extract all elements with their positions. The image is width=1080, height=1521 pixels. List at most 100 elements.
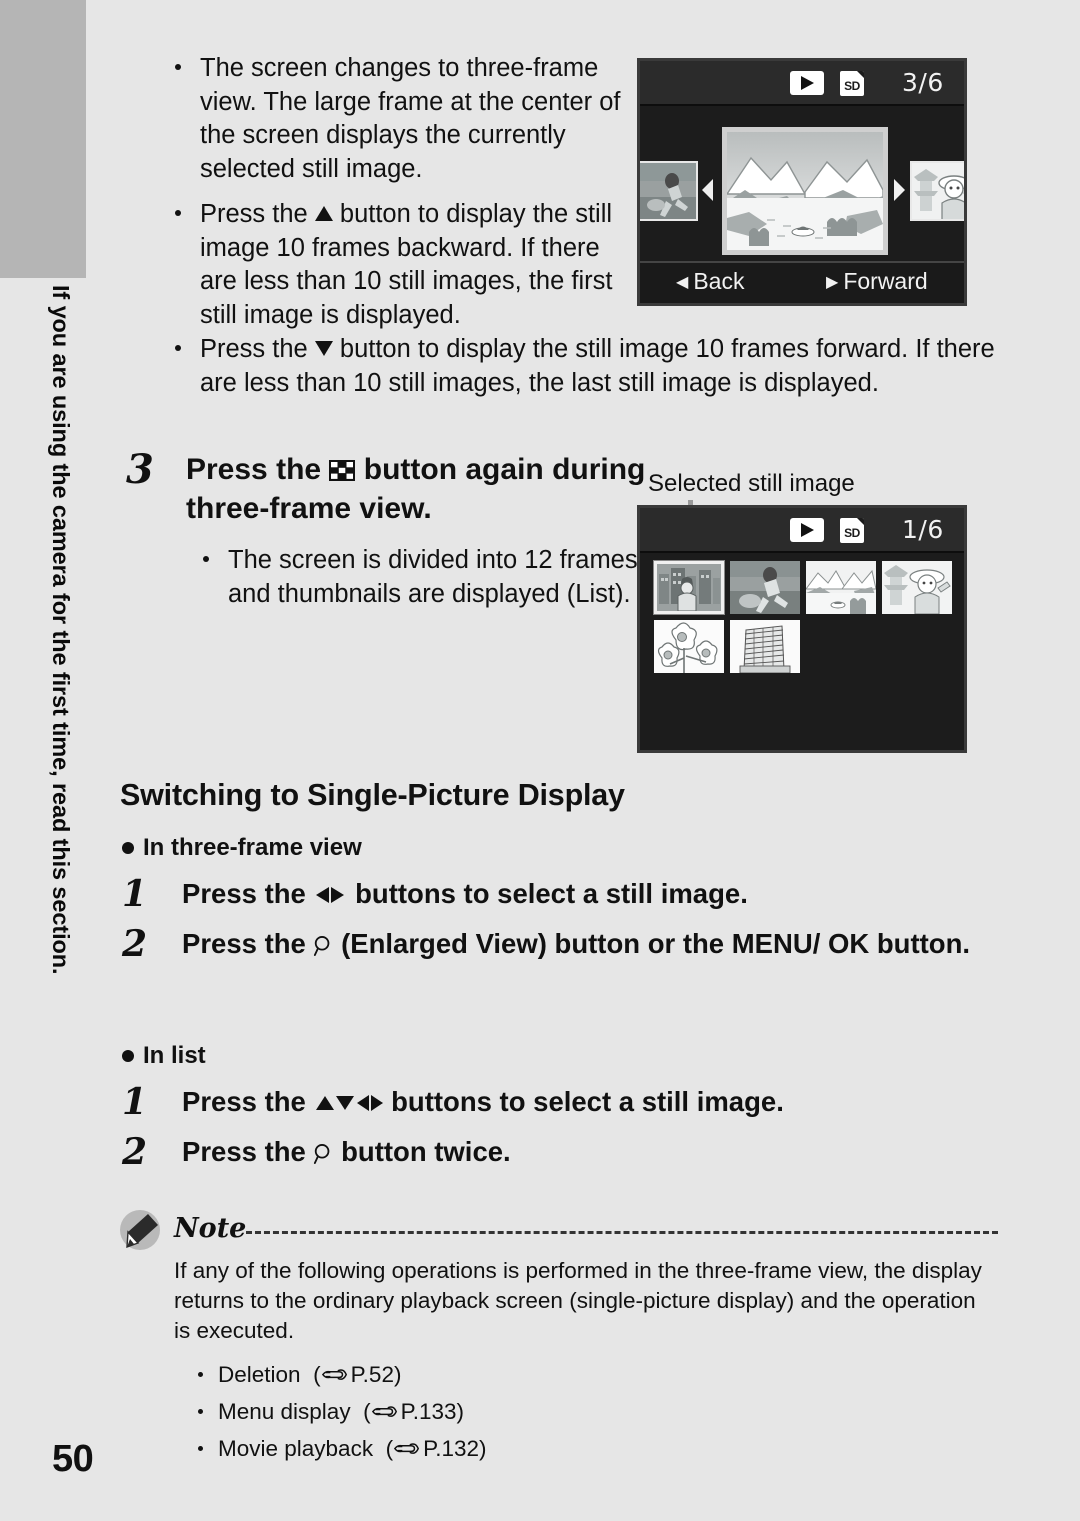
note-ref-page: P.133 [400, 1399, 457, 1424]
three-frame-step-1: 1 Press the buttons to select a still im… [116, 873, 1080, 915]
right-triangle-icon: ▶ [826, 274, 839, 291]
list-step-1-text: Press the buttons to select a still imag… [182, 1084, 1080, 1122]
thumbnail-runner[interactable] [730, 561, 800, 614]
center-selected-frame [722, 127, 888, 255]
left-right-arrows-icon [313, 878, 347, 914]
three-frame-step-2: 2 Press the (Enlarged View) button or th… [116, 923, 1080, 965]
bullet-down-button: Press the button to display the still im… [158, 333, 1028, 400]
page-content: The screen changes to three-frame view. … [110, 0, 1070, 1521]
nav-right-arrow[interactable] [894, 179, 905, 201]
back-label: Back [693, 268, 745, 294]
subheading-label: In list [143, 1042, 206, 1069]
woman-pagoda-photo [912, 163, 964, 219]
bullet-dot [203, 556, 209, 562]
note-ref-paren-close: ) [479, 1436, 487, 1461]
thumbnail-grid-button-icon [329, 452, 356, 481]
text-before: Press the [182, 878, 314, 909]
list-step-1: 1 Press the buttons to select a still im… [116, 1081, 1080, 1123]
list-step-2-number: 2 [122, 1131, 148, 1173]
left-side-thumbnail [640, 161, 698, 221]
callout-label: Selected still image [648, 470, 855, 497]
thumbnail-city-person[interactable] [654, 561, 724, 614]
thumbnail-flowers[interactable] [654, 620, 724, 673]
bullet-dot [175, 64, 181, 70]
bullet-lozenge-icon [122, 842, 134, 854]
section-title: Switching to Single-Picture Display [120, 778, 625, 812]
play-icon [790, 71, 824, 95]
bullet-up-button: Press the button to display the still im… [158, 198, 628, 332]
up-triangle-icon [314, 206, 333, 221]
bullet-dot [198, 1446, 203, 1451]
sidebar-chapter-tab [0, 0, 86, 278]
note-divider-rule [246, 1231, 998, 1234]
play-icon [790, 518, 824, 542]
three-frame-step-2-text: Press the (Enlarged View) button or the … [182, 926, 1080, 962]
step-3: 3 Press the button again during three-fr… [120, 446, 676, 613]
text-after: (Enlarged View) button or the MENU/ OK b… [333, 928, 971, 959]
subheading-label: In three-frame view [143, 834, 362, 861]
sidebar-vertical-text-wrap: If you are using the camera for the firs… [0, 285, 86, 1415]
bullet-dot [198, 1372, 203, 1377]
text-before: Press the [182, 928, 314, 959]
pointing-hand-icon [371, 1398, 399, 1432]
note-ref-label: Movie playback [218, 1436, 374, 1461]
sidebar-vertical-text: If you are using the camera for the firs… [48, 285, 74, 975]
note-body-text: If any of the following operations is pe… [174, 1258, 982, 1343]
frame-count-indicator: 3/6 [902, 68, 944, 97]
runner-photo [640, 163, 696, 219]
bullet-lozenge-icon [122, 1050, 134, 1062]
note-reference-list: Deletion ( P.52) Menu display (P.133) M… [174, 1358, 974, 1469]
three-frame-step-2-number: 2 [122, 923, 148, 965]
note-ref-label: Deletion [218, 1362, 301, 1387]
lcd-status-bar: SD 3/6 [640, 61, 964, 106]
list-step-2: 2 Press the button twice. [116, 1131, 1080, 1173]
thumbnail-mountain-lake[interactable] [806, 561, 876, 614]
note-reference-item: Deletion ( P.52) [174, 1358, 974, 1395]
note-ref-paren-open: ( [356, 1399, 371, 1424]
step-3-heading-before: Press the [186, 453, 330, 486]
bullet-text-before: Press the [200, 335, 315, 363]
magnifier-enlarged-view-icon [313, 1139, 333, 1167]
three-frame-view-screen: SD 3/6 ◀ Back ▶ Forward [637, 58, 967, 306]
subheading-in-three-frame-view: In three-frame view [122, 834, 362, 862]
sd-card-icon: SD [840, 71, 864, 96]
bullet-dot [175, 210, 181, 216]
four-way-arrows-icon [313, 1086, 384, 1122]
note-ref-paren-close: ) [456, 1399, 465, 1424]
intro-bullets-wide: Press the button to display the still im… [158, 333, 1028, 402]
sd-card-icon: SD [840, 518, 864, 543]
back-hint: ◀ Back [676, 268, 744, 295]
note-title: Note [174, 1213, 247, 1244]
right-side-thumbnail [910, 161, 964, 221]
mountain-lake-photo [727, 132, 883, 250]
nav-left-arrow[interactable] [702, 179, 713, 201]
thumbnail-woman-pagoda[interactable] [882, 561, 952, 614]
down-triangle-icon [314, 341, 333, 356]
note-ref-paren-open: ( [306, 1362, 321, 1387]
text-before: Press the [182, 1086, 314, 1117]
bullet-three-frame-view: The screen changes to three-frame view. … [158, 52, 628, 186]
step-3-number: 3 [126, 446, 154, 493]
left-triangle-icon: ◀ [676, 274, 689, 291]
text-after: button twice. [333, 1136, 511, 1167]
subheading-in-list: In list [122, 1042, 206, 1070]
note-ref-label: Menu display [218, 1399, 351, 1424]
bullet-dot [198, 1409, 203, 1414]
magnifier-enlarged-view-icon [313, 931, 333, 959]
frame-count-indicator: 1/6 [902, 515, 944, 544]
note-reference-item: Menu display ( P.133) [174, 1395, 974, 1432]
note-ref-paren-open: ( [379, 1436, 394, 1461]
bullet-text: The screen changes to three-frame view. … [200, 54, 621, 183]
three-frame-step-1-text: Press the buttons to select a still imag… [182, 876, 1080, 914]
bullet-text-before: Press the [200, 200, 315, 228]
pencil-note-icon [118, 1208, 162, 1252]
three-frame-step-1-number: 1 [122, 873, 148, 915]
note-reference-item: Movie playback ( P.132) [174, 1432, 974, 1469]
thumbnail-building[interactable] [730, 620, 800, 673]
note-ref-page: P.52 [350, 1362, 394, 1387]
list-view-screen: SD 1/6 [637, 505, 967, 753]
intro-bullets-narrow: The screen changes to three-frame view. … [158, 52, 628, 334]
note-ref-page: P.132 [423, 1436, 479, 1461]
step-3-bullet-text: The screen is divided into 12 frames and… [228, 546, 638, 608]
step-3-bullet: The screen is divided into 12 frames and… [186, 544, 676, 611]
